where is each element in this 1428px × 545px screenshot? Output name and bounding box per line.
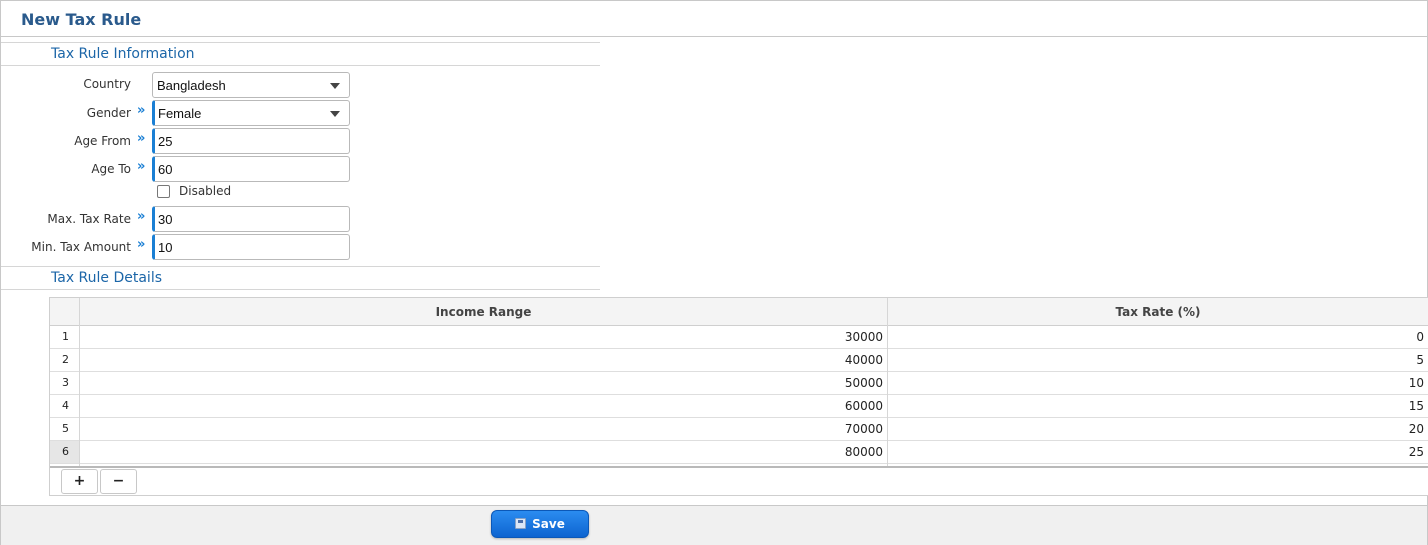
section-title-info: Tax Rule Information xyxy=(51,46,195,62)
income-range-cell[interactable]: 70000 xyxy=(80,418,887,436)
max-tax-rate-label: Max. Tax Rate xyxy=(47,212,131,226)
table-row[interactable]: 2 40000 5 xyxy=(50,349,1428,372)
grid-bottom-border xyxy=(50,466,1428,468)
floppy-disk-icon xyxy=(515,518,527,529)
caret-down-icon xyxy=(330,83,340,89)
table-row[interactable]: 5 70000 20 xyxy=(50,418,1428,441)
disabled-checkbox[interactable] xyxy=(157,185,170,198)
add-row-button[interactable]: + xyxy=(61,469,98,494)
remove-row-button[interactable]: − xyxy=(100,469,137,494)
row-number: 6 xyxy=(50,441,79,463)
tax-details-grid: Income Range Tax Rate (%) 1 30000 0 2 40… xyxy=(49,297,1428,496)
min-tax-amount-label: Min. Tax Amount xyxy=(31,240,131,254)
country-value: Bangladesh xyxy=(157,78,226,93)
grid-header-row: Income Range Tax Rate (%) xyxy=(50,298,1428,326)
page-title: New Tax Rule xyxy=(21,10,142,29)
age-to-value: 60 xyxy=(158,162,173,177)
min-tax-amount-value: 10 xyxy=(158,240,173,255)
row-number: 2 xyxy=(50,349,79,371)
table-row[interactable]: 6 80000 25 xyxy=(50,441,1428,464)
gender-value: Female xyxy=(158,106,202,121)
gender-select[interactable]: Female xyxy=(152,100,350,126)
section-divider xyxy=(1,65,600,66)
age-from-label: Age From xyxy=(74,134,131,148)
section-divider xyxy=(1,266,600,267)
row-number: 5 xyxy=(50,418,79,440)
row-number: 4 xyxy=(50,395,79,417)
country-select[interactable]: Bangladesh xyxy=(152,72,350,98)
max-tax-rate-input[interactable]: 30 xyxy=(152,206,350,232)
save-button-label: Save xyxy=(532,517,565,531)
section-divider xyxy=(1,289,600,290)
section-divider xyxy=(1,42,600,43)
row-number: 3 xyxy=(50,372,79,394)
caret-down-icon xyxy=(330,111,340,117)
table-row[interactable]: 4 60000 15 xyxy=(50,395,1428,418)
column-header-tax-rate[interactable]: Tax Rate (%) xyxy=(888,298,1428,326)
double-chevron-right-icon: » xyxy=(137,131,146,146)
gender-label: Gender xyxy=(86,106,131,120)
tax-rate-cell[interactable]: 25 xyxy=(888,441,1428,459)
income-range-cell[interactable]: 80000 xyxy=(80,441,887,459)
tax-rate-cell[interactable]: 0 xyxy=(888,326,1428,344)
double-chevron-right-icon: » xyxy=(137,237,146,252)
min-tax-amount-input[interactable]: 10 xyxy=(152,234,350,260)
income-range-cell[interactable]: 50000 xyxy=(80,372,887,390)
page-header: New Tax Rule xyxy=(1,1,1427,37)
column-divider xyxy=(79,298,80,466)
save-button[interactable]: Save xyxy=(491,510,589,538)
income-range-cell[interactable]: 30000 xyxy=(80,326,887,344)
row-number: 1 xyxy=(50,326,79,348)
double-chevron-right-icon: » xyxy=(137,159,146,174)
country-label: Country xyxy=(83,77,131,91)
double-chevron-right-icon: » xyxy=(137,103,146,118)
column-divider xyxy=(887,298,888,466)
tax-rate-cell[interactable]: 10 xyxy=(888,372,1428,390)
max-tax-rate-value: 30 xyxy=(158,212,173,227)
age-to-label: Age To xyxy=(91,162,131,176)
age-from-value: 25 xyxy=(158,134,173,149)
income-range-cell[interactable]: 40000 xyxy=(80,349,887,367)
tax-rate-cell[interactable]: 5 xyxy=(888,349,1428,367)
age-to-input[interactable]: 60 xyxy=(152,156,350,182)
age-from-input[interactable]: 25 xyxy=(152,128,350,154)
disabled-label: Disabled xyxy=(179,184,232,198)
table-row[interactable]: 3 50000 10 xyxy=(50,372,1428,395)
tax-rate-cell[interactable]: 15 xyxy=(888,395,1428,413)
tax-rate-cell[interactable]: 20 xyxy=(888,418,1428,436)
income-range-cell[interactable]: 60000 xyxy=(80,395,887,413)
table-row[interactable]: 1 30000 0 xyxy=(50,326,1428,349)
section-title-details: Tax Rule Details xyxy=(51,270,163,286)
column-header-income-range[interactable]: Income Range xyxy=(80,298,887,326)
double-chevron-right-icon: » xyxy=(137,209,146,224)
form-footer xyxy=(1,505,1427,545)
